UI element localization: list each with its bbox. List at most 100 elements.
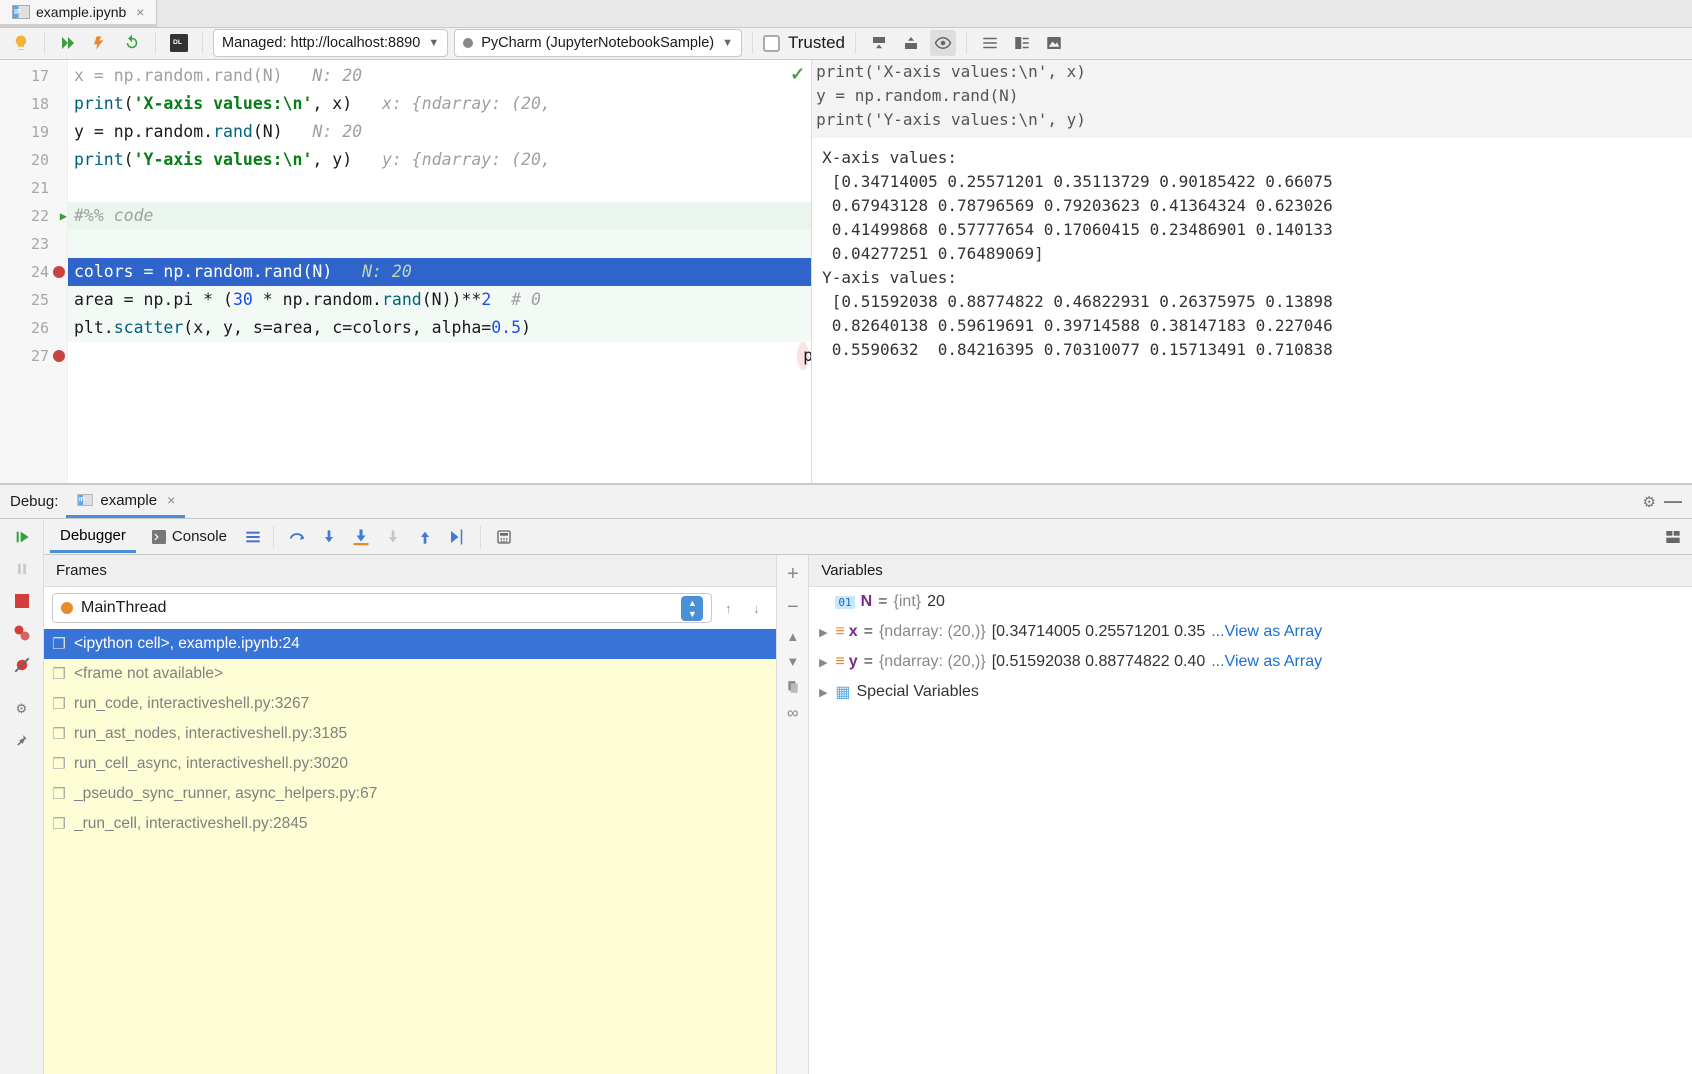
settings-icon[interactable]: ⚙: [10, 697, 34, 721]
code-line[interactable]: #%% code: [68, 202, 811, 230]
datalore-icon[interactable]: DL: [166, 30, 192, 56]
cell-below-icon[interactable]: [866, 30, 892, 56]
debug-session-tab[interactable]: example ×: [66, 485, 185, 518]
frame-icon: ❐: [52, 815, 68, 834]
view-as-array-link[interactable]: ...View as Array: [1211, 653, 1322, 671]
svg-text:DL: DL: [173, 39, 182, 46]
view-breakpoints-icon[interactable]: [10, 621, 34, 645]
debug-tab-label: example: [100, 492, 157, 509]
expand-icon[interactable]: ▶: [817, 656, 829, 669]
stack-frame[interactable]: ❐<frame not available>: [44, 659, 776, 689]
checkbox-icon[interactable]: [763, 35, 780, 52]
split-icon[interactable]: [1009, 30, 1035, 56]
variables-list[interactable]: 01 N = {int} 20▶≡ x = {ndarray: (20,)} […: [809, 587, 1692, 707]
chevron-down-icon: ▼: [428, 37, 439, 49]
down-icon[interactable]: ▼: [786, 654, 799, 669]
run-all-icon[interactable]: [55, 30, 81, 56]
force-step-into-icon[interactable]: [380, 524, 406, 550]
int-badge-icon: 01: [835, 596, 854, 609]
pin-icon[interactable]: [10, 729, 34, 753]
debug-header: Debug: example × ⚙ —: [0, 485, 1692, 519]
threads-icon[interactable]: [243, 529, 263, 545]
breakpoint-icon[interactable]: [53, 350, 65, 362]
code-line[interactable]: [68, 230, 811, 258]
stop-icon[interactable]: [10, 589, 34, 613]
variable-row[interactable]: 01 N = {int} 20: [809, 587, 1692, 617]
stack-frame[interactable]: ❐run_code, interactiveshell.py:3267: [44, 689, 776, 719]
code-editor[interactable]: ✓ 171819202122▶2324252627 x = np.random.…: [0, 60, 812, 484]
watches-icon[interactable]: ∞: [787, 705, 798, 723]
close-icon[interactable]: ×: [136, 4, 144, 20]
copy-icon[interactable]: [786, 679, 800, 695]
code-line[interactable]: plt.scatter(x, y, s=area, c=colors, alph…: [68, 314, 811, 342]
debug-subtabs: Debugger Console: [44, 519, 1692, 555]
tab-console[interactable]: Console: [142, 522, 237, 551]
variable-row[interactable]: ▶≡ y = {ndarray: (20,)} [0.51592038 0.88…: [809, 647, 1692, 677]
server-select[interactable]: Managed: http://localhost:8890 ▼: [213, 29, 448, 57]
jupyter-toolbar: DL Managed: http://localhost:8890 ▼ PyCh…: [0, 28, 1692, 59]
flash-icon[interactable]: [87, 30, 113, 56]
stack-frame[interactable]: ❐_pseudo_sync_runner, async_helpers.py:6…: [44, 779, 776, 809]
stack-frame[interactable]: ❐run_ast_nodes, interactiveshell.py:3185: [44, 719, 776, 749]
list-icon[interactable]: [977, 30, 1003, 56]
cell-above-icon[interactable]: [898, 30, 924, 56]
view-as-array-link[interactable]: ...View as Array: [1211, 623, 1322, 641]
up-icon[interactable]: ▲: [786, 629, 799, 644]
close-icon[interactable]: ×: [167, 492, 175, 508]
frame-icon: ❐: [52, 785, 68, 804]
run-to-cursor-icon[interactable]: [444, 524, 470, 550]
next-frame-icon[interactable]: ↓: [744, 596, 768, 620]
kernel-status-dot: [463, 38, 473, 48]
stack-frame[interactable]: ❐<ipython cell>, example.ipynb:24: [44, 629, 776, 659]
stepper-icon[interactable]: ▲▼: [681, 596, 703, 621]
code-line[interactable]: [68, 174, 811, 202]
ipynb-icon: [12, 5, 30, 19]
kernel-select[interactable]: PyCharm (JupyterNotebookSample) ▼: [454, 29, 742, 57]
code-line[interactable]: print('X-axis values:\n', x) x: {ndarray…: [68, 90, 811, 118]
evaluate-icon[interactable]: [491, 524, 517, 550]
minimize-icon[interactable]: —: [1664, 491, 1682, 512]
code-line[interactable]: x = np.random.rand(N) N: 20: [68, 62, 811, 90]
code-line[interactable]: area = np.pi * (30 * np.random.rand(N))*…: [68, 286, 811, 314]
pause-icon[interactable]: [10, 557, 34, 581]
run-cell-icon[interactable]: ▶: [60, 209, 67, 223]
frame-icon: ❐: [52, 635, 68, 654]
step-out-icon[interactable]: [412, 524, 438, 550]
add-watch-icon[interactable]: +: [787, 563, 799, 586]
frames-list[interactable]: ❐<ipython cell>, example.ipynb:24❐<frame…: [44, 629, 776, 1074]
remove-watch-icon[interactable]: −: [787, 596, 799, 619]
code-line[interactable]: colors = np.random.rand(N) N: 20: [68, 258, 811, 286]
resume-icon[interactable]: [10, 525, 34, 549]
stack-frame[interactable]: ❐run_cell_async, interactiveshell.py:302…: [44, 749, 776, 779]
thread-select[interactable]: MainThread ▲▼: [52, 593, 712, 623]
view-icon[interactable]: [930, 30, 956, 56]
stack-frame[interactable]: ❐_run_cell, interactiveshell.py:2845: [44, 809, 776, 839]
layout-icon[interactable]: [1660, 524, 1686, 550]
variable-row[interactable]: ▶▦ Special Variables: [809, 677, 1692, 707]
tab-debugger[interactable]: Debugger: [50, 521, 136, 553]
thread-dot-icon: [61, 602, 73, 614]
trusted-toggle[interactable]: Trusted: [763, 33, 845, 53]
mute-breakpoints-icon[interactable]: [10, 653, 34, 677]
step-into-icon[interactable]: [316, 524, 342, 550]
expand-icon[interactable]: ▶: [817, 686, 829, 699]
breakpoint-icon[interactable]: [53, 266, 65, 278]
code-body[interactable]: x = np.random.rand(N) N: 20print('X-axis…: [68, 60, 811, 484]
code-line[interactable]: print('Y-axis values:\n', y) y: {ndarray…: [68, 146, 811, 174]
variable-row[interactable]: ▶≡ x = {ndarray: (20,)} [0.34714005 0.25…: [809, 617, 1692, 647]
frames-pane: Frames MainThread ▲▼ ↑ ↓ ❐<ipython cell>…: [44, 555, 777, 1074]
step-into-my-icon[interactable]: [348, 524, 374, 550]
frame-icon: ❐: [52, 755, 68, 774]
restart-icon[interactable]: [119, 30, 145, 56]
expand-icon[interactable]: ▶: [817, 626, 829, 639]
step-over-icon[interactable]: [284, 524, 310, 550]
quickfix-bulb-icon[interactable]: [8, 30, 34, 56]
gear-icon[interactable]: ⚙: [1643, 493, 1656, 511]
file-tab-example[interactable]: example.ipynb ×: [0, 0, 157, 27]
code-line[interactable]: plt.show(): [797, 342, 809, 370]
code-line[interactable]: y = np.random.rand(N) N: 20: [68, 118, 811, 146]
prev-frame-icon[interactable]: ↑: [716, 596, 740, 620]
image-icon[interactable]: [1041, 30, 1067, 56]
frame-icon: ❐: [52, 665, 68, 684]
debug-toolwindow: Debug: example × ⚙ — ⚙ Debugger: [0, 483, 1692, 1074]
